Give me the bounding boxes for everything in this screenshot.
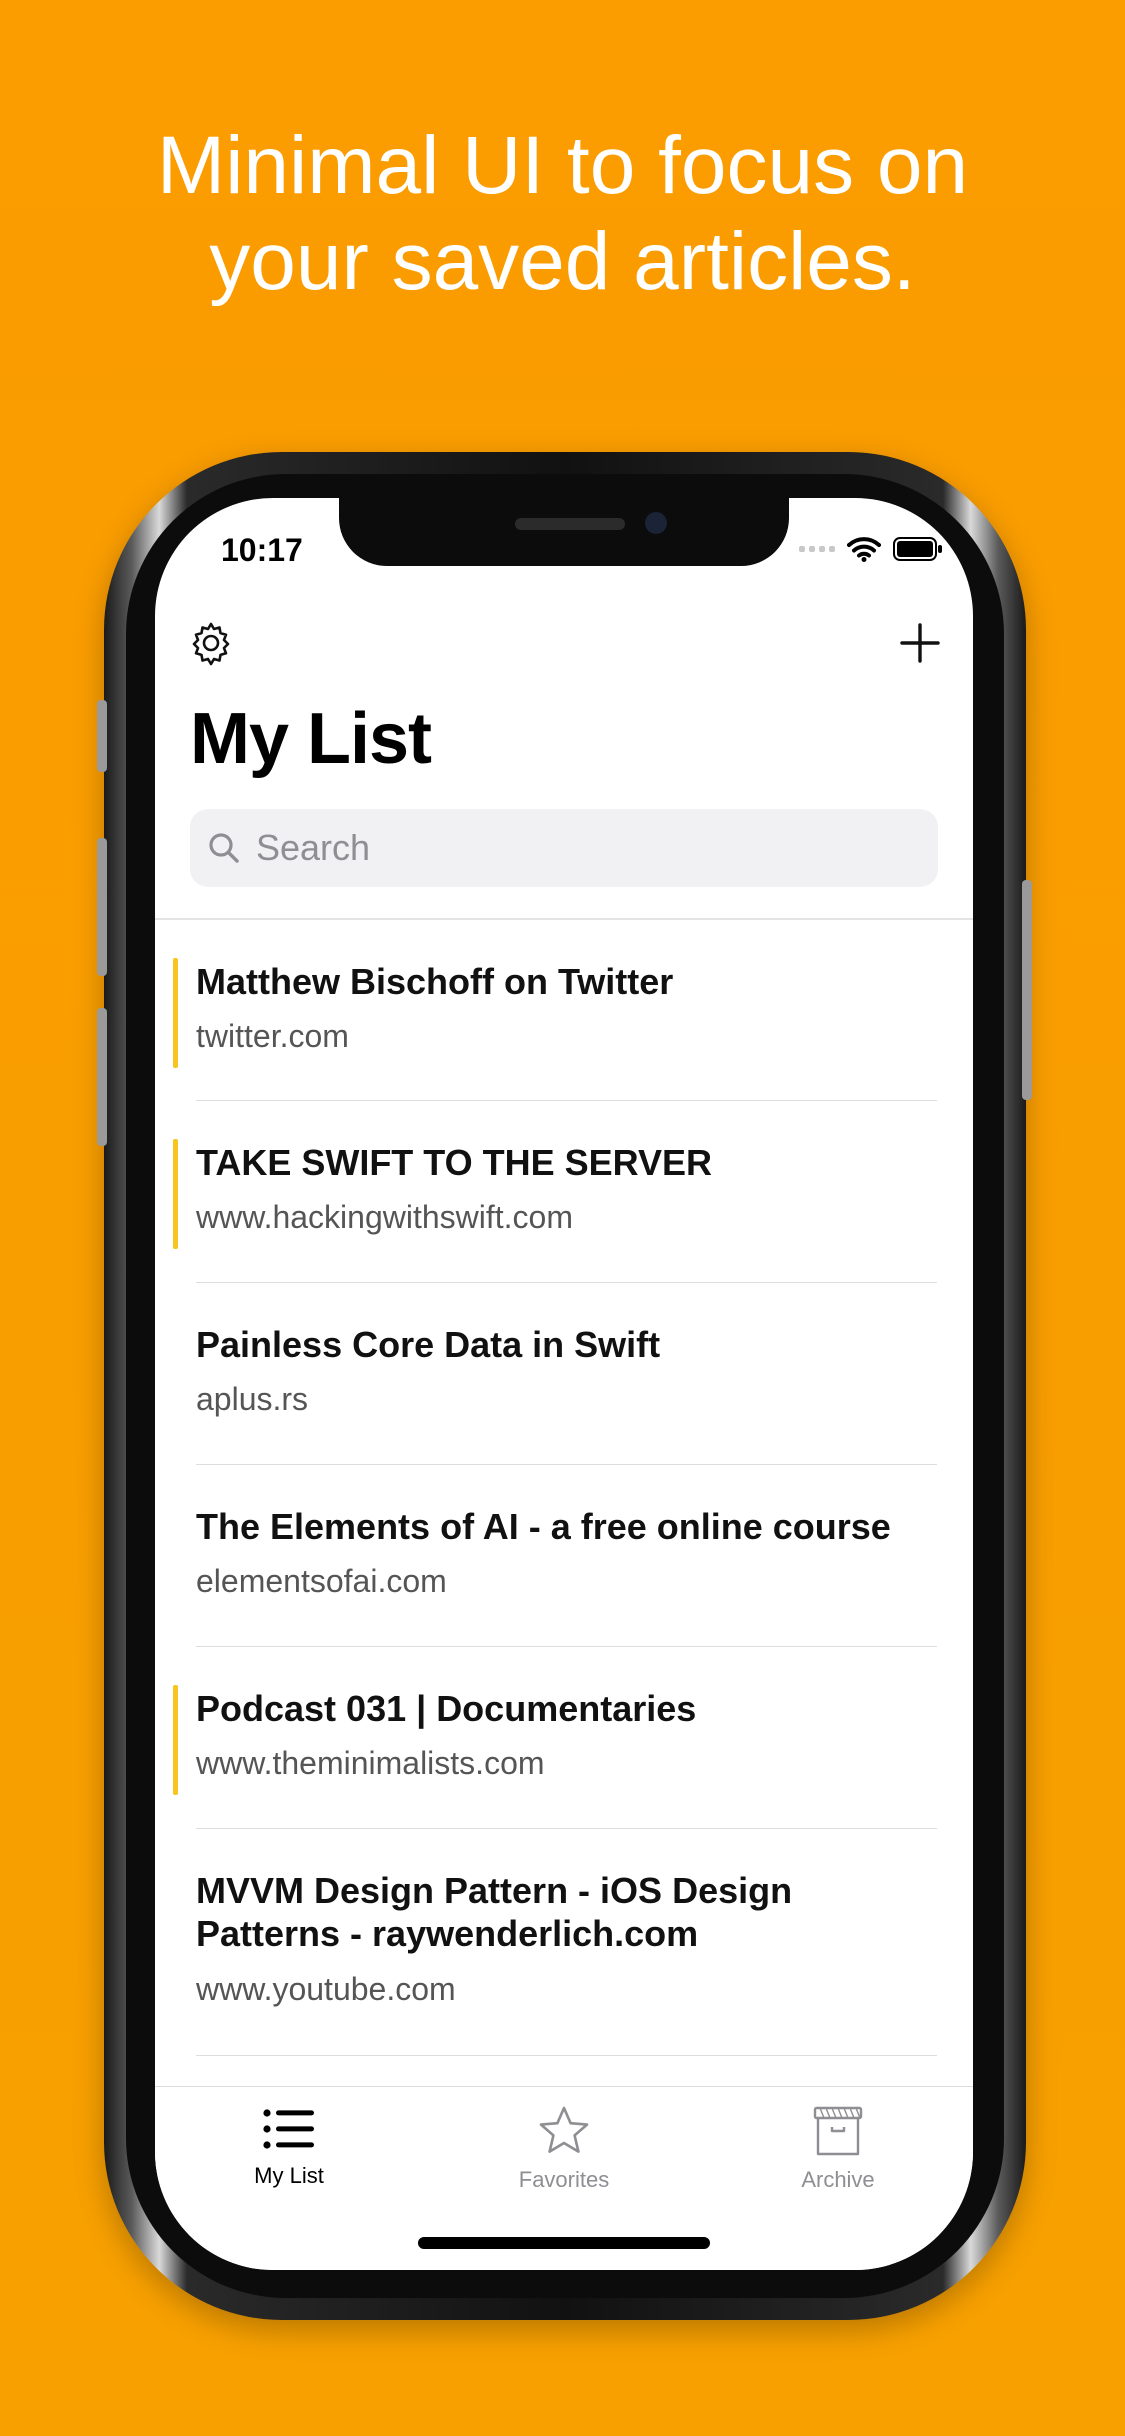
article-domain: www.youtube.com — [196, 1971, 456, 2007]
article-title: The Elements of AI - a free online cours… — [196, 1506, 891, 1547]
page-title: My List — [190, 699, 432, 779]
tab-label: Archive — [801, 2167, 875, 2192]
search-bar[interactable] — [190, 809, 938, 887]
cellular-signal-icon — [799, 546, 835, 552]
plus-icon[interactable] — [897, 620, 943, 666]
app-screen: 10:17 My List Search Matthew Bischoff on… — [155, 498, 973, 2270]
status-icons — [799, 536, 943, 562]
article-title: TAKE SWIFT TO THE SERVER — [196, 1142, 713, 1183]
archive-box-icon — [813, 2106, 863, 2156]
tab-bar: My List Favorites Archive — [155, 2086, 973, 2270]
front-camera — [645, 512, 667, 534]
notch — [339, 498, 789, 566]
row-separator — [196, 2055, 937, 2056]
article-domain: www.theminimalists.com — [196, 1745, 545, 1781]
silent-switch — [97, 700, 107, 772]
gear-icon[interactable] — [188, 620, 234, 666]
headline-line-1: Minimal UI to focus on — [156, 120, 969, 211]
tab-label: Favorites — [518, 2167, 610, 2192]
article-domain: elementsofai.com — [196, 1563, 447, 1599]
tab-my-list[interactable]: My List — [169, 2105, 409, 2189]
wifi-icon — [847, 537, 881, 562]
tab-label: My List — [254, 2163, 324, 2188]
article-row[interactable]: MVVM Design Pattern - iOS Design Pattern… — [155, 1829, 973, 2056]
article-row[interactable]: TAKE SWIFT TO THE SERVER www.hackingwith… — [155, 1101, 973, 1283]
home-indicator — [418, 2237, 710, 2249]
unread-marker — [173, 1685, 178, 1795]
headline-line-2: your saved articles. — [209, 216, 916, 307]
star-icon — [539, 2106, 589, 2153]
article-row[interactable]: Podcast 031 | Documentaries www.theminim… — [155, 1647, 973, 1829]
tab-archive[interactable]: Archive — [718, 2105, 958, 2193]
search-icon — [209, 833, 239, 863]
volume-down-button — [97, 1008, 107, 1146]
power-button — [1022, 880, 1032, 1100]
article-row[interactable]: The Elements of AI - a free online cours… — [155, 1465, 973, 1647]
status-time: 10:17 — [221, 532, 303, 568]
article-title: Matthew Bischoff on Twitter — [196, 961, 674, 1002]
article-domain: www.hackingwithswift.com — [196, 1199, 573, 1235]
marketing-headline: Minimal UI to focus on your saved articl… — [0, 118, 1125, 310]
article-title: Painless Core Data in Swift — [196, 1324, 661, 1365]
unread-marker — [173, 958, 178, 1068]
article-domain: twitter.com — [196, 1018, 349, 1054]
article-row[interactable]: Matthew Bischoff on Twitter twitter.com — [155, 920, 973, 1101]
battery-icon — [893, 537, 942, 561]
unread-marker — [173, 1139, 178, 1249]
article-title: Podcast 031 | Documentaries — [196, 1688, 697, 1729]
article-row[interactable]: Painless Core Data in Swift aplus.rs — [155, 1283, 973, 1465]
article-domain: aplus.rs — [196, 1381, 309, 1417]
earpiece-speaker — [515, 518, 625, 530]
volume-up-button — [97, 838, 107, 976]
article-list: Matthew Bischoff on Twitter twitter.com … — [155, 920, 973, 2056]
tab-favorites[interactable]: Favorites — [444, 2105, 684, 2193]
search-input[interactable] — [254, 826, 898, 870]
list-icon — [263, 2109, 314, 2149]
article-title: MVVM Design Pattern - iOS Design Pattern… — [196, 1870, 793, 1954]
